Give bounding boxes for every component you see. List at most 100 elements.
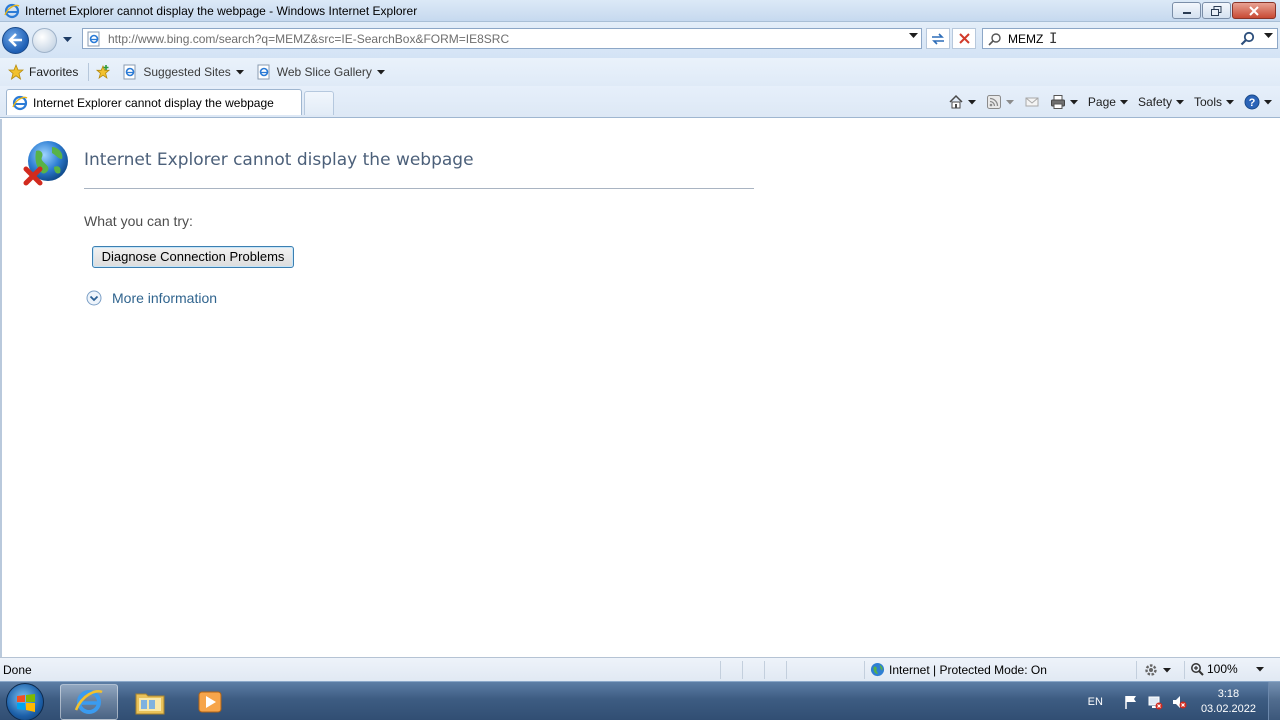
chevron-down-icon	[1163, 667, 1171, 672]
ie-page-icon	[123, 64, 136, 80]
add-to-favorites-bar-button[interactable]	[95, 64, 116, 80]
minimize-button[interactable]	[1172, 2, 1201, 19]
error-heading: Internet Explorer cannot display the web…	[84, 150, 474, 170]
popup-blocker-button[interactable]	[1143, 662, 1171, 678]
text-cursor-icon: I	[1049, 31, 1058, 47]
feeds-button[interactable]	[986, 94, 1014, 110]
close-button[interactable]	[1232, 2, 1276, 19]
web-slice-gallery-label: Web Slice Gallery	[276, 65, 372, 79]
search-box[interactable]: MEMZ	[982, 28, 1278, 49]
minimize-icon	[1182, 11, 1191, 14]
zoom-control[interactable]: 100%	[1190, 662, 1264, 676]
search-options-icon[interactable]	[1264, 33, 1273, 39]
status-divider	[786, 661, 787, 679]
favorites-bar: Favorites Suggested Sites Web Slice Gall…	[0, 58, 1280, 86]
page-menu[interactable]: Page	[1088, 95, 1128, 109]
network-disconnected-icon[interactable]	[1147, 694, 1163, 710]
status-divider	[1184, 661, 1185, 679]
media-player-icon	[198, 691, 222, 713]
search-icon[interactable]	[1240, 31, 1255, 46]
taskbar: EN 3:18 03.02.2022	[0, 681, 1280, 720]
internet-zone-icon	[870, 662, 885, 677]
status-divider	[764, 661, 765, 679]
ie-logo-icon	[74, 689, 103, 714]
tab-label: Internet Explorer cannot display the web…	[33, 95, 274, 110]
favorites-label: Favorites	[29, 65, 79, 79]
address-url[interactable]: http://www.bing.com/search?q=MEMZ&src=IE…	[108, 32, 509, 46]
folder-icon	[135, 693, 165, 715]
restore-button[interactable]	[1202, 2, 1231, 19]
tools-menu[interactable]: Tools	[1194, 95, 1234, 109]
read-mail-button[interactable]	[1024, 94, 1040, 110]
favorites-button[interactable]: Favorites	[8, 64, 78, 80]
expand-chevron-icon	[86, 290, 102, 306]
system-tray: EN 3:18 03.02.2022	[1088, 682, 1280, 720]
chevron-down-icon	[1226, 99, 1234, 104]
rss-feed-icon	[986, 95, 1001, 109]
address-bar[interactable]: http://www.bing.com/search?q=MEMZ&src=IE…	[82, 28, 922, 49]
favorites-divider	[88, 63, 90, 81]
status-bar: Done Internet | Protected Mode: On 100%	[0, 657, 1280, 681]
more-information-toggle[interactable]: More information	[86, 290, 217, 306]
navigation-bar: http://www.bing.com/search?q=MEMZ&src=IE…	[0, 22, 1280, 58]
status-divider	[1136, 661, 1137, 679]
stop-icon	[958, 33, 970, 44]
chevron-down-icon	[967, 99, 976, 104]
stop-button[interactable]	[952, 28, 976, 49]
search-input[interactable]: MEMZ	[1008, 32, 1043, 46]
language-indicator[interactable]: EN	[1088, 696, 1103, 708]
volume-muted-icon[interactable]	[1171, 694, 1187, 710]
safety-menu[interactable]: Safety	[1138, 95, 1184, 109]
tab-active[interactable]: Internet Explorer cannot display the web…	[6, 89, 302, 115]
tools-menu-label: Tools	[1193, 95, 1222, 109]
gear-icon	[1145, 664, 1157, 676]
more-information-link[interactable]: More information	[112, 290, 217, 306]
zoom-level: 100%	[1207, 662, 1238, 676]
clock-date: 03.02.2022	[1200, 702, 1256, 715]
web-slice-gallery-item[interactable]: Web Slice Gallery	[256, 64, 385, 80]
title-bar: Internet Explorer cannot display the web…	[0, 0, 1280, 22]
ie-page-icon	[257, 64, 270, 80]
chevron-down-icon	[1119, 99, 1128, 104]
start-button[interactable]	[6, 683, 44, 720]
suggested-sites-item[interactable]: Suggested Sites	[122, 64, 244, 80]
zoom-icon	[1191, 663, 1204, 676]
chevron-down-icon	[62, 37, 72, 42]
diagnose-connection-button[interactable]: Diagnose Connection Problems	[92, 246, 294, 268]
address-dropdown-icon[interactable]	[909, 33, 918, 39]
home-button[interactable]	[948, 94, 976, 110]
chevron-down-icon	[1069, 99, 1078, 104]
security-zone-label: Internet | Protected Mode: On	[889, 662, 1047, 677]
status-text: Done	[3, 663, 32, 677]
heading-divider	[84, 188, 754, 189]
back-arrow-icon	[7, 33, 22, 47]
chevron-down-icon	[376, 69, 385, 74]
error-globe-icon	[23, 141, 68, 186]
status-divider	[864, 661, 865, 679]
taskbar-windows-explorer[interactable]	[121, 684, 179, 720]
restore-icon	[1211, 5, 1222, 16]
new-tab-button[interactable]	[304, 91, 334, 115]
action-center-flag-icon[interactable]	[1123, 694, 1139, 710]
command-bar: Page Safety Tools ?	[938, 91, 1272, 113]
clock[interactable]: 3:18 03.02.2022	[1201, 687, 1256, 717]
ie-page-icon	[87, 31, 100, 46]
forward-button[interactable]	[32, 27, 57, 53]
security-zone[interactable]: Internet | Protected Mode: On	[870, 662, 1047, 677]
back-button[interactable]	[2, 26, 29, 54]
close-icon	[1249, 5, 1259, 16]
page-menu-label: Page	[1087, 95, 1116, 109]
windows-logo-icon	[17, 694, 35, 712]
show-desktop-button[interactable]	[1268, 682, 1280, 720]
mail-icon	[1025, 97, 1039, 107]
compatibility-view-icon	[932, 32, 944, 45]
compatibility-view-button[interactable]	[926, 28, 950, 49]
recent-pages-dropdown[interactable]	[61, 34, 73, 46]
taskbar-media-player[interactable]	[181, 684, 239, 720]
window-title: Internet Explorer cannot display the web…	[25, 3, 418, 18]
print-button[interactable]	[1050, 94, 1078, 110]
taskbar-internet-explorer[interactable]	[60, 684, 118, 720]
help-menu[interactable]: ?	[1244, 94, 1272, 110]
chevron-down-icon	[1005, 99, 1014, 104]
printer-icon	[1050, 95, 1065, 109]
